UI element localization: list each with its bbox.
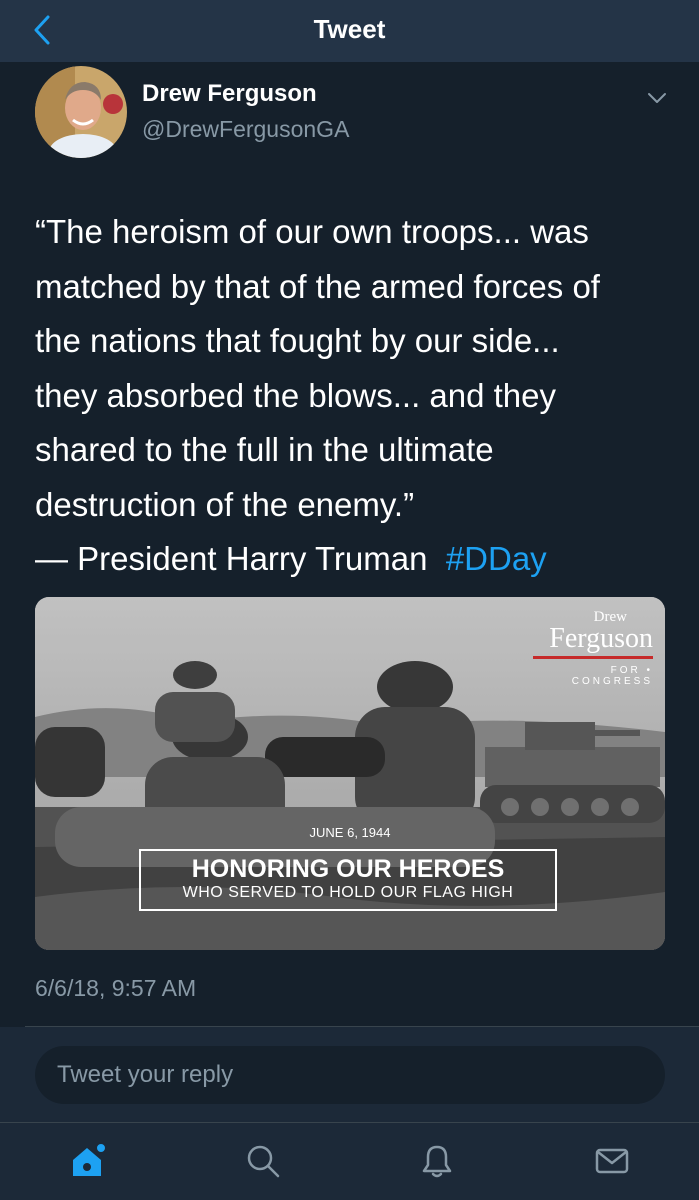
- tweet-image[interactable]: Drew Ferguson FOR • CONGRESS JUNE 6, 194…: [35, 597, 665, 950]
- campaign-logo: Drew Ferguson FOR • CONGRESS: [527, 609, 653, 687]
- author-name[interactable]: Drew Ferguson: [142, 80, 317, 108]
- logo-last-name: Ferguson: [549, 623, 653, 654]
- home-icon: [73, 1142, 107, 1176]
- tweet-line: the nations that fought by our side...: [35, 322, 560, 359]
- tab-search[interactable]: [243, 1141, 283, 1181]
- tweet-attribution: — President Harry Truman: [35, 540, 428, 577]
- chevron-down-icon: [648, 93, 666, 103]
- reply-input[interactable]: Tweet your reply: [35, 1046, 665, 1104]
- image-headline: HONORING OUR HEROES: [191, 855, 505, 883]
- tweet-timestamp: 6/6/18, 9:57 AM: [35, 975, 197, 1001]
- search-icon: [247, 1145, 280, 1178]
- image-subline: WHO SERVED TO HOLD OUR FLAG HIGH: [182, 884, 514, 901]
- author-handle[interactable]: @DrewFergusonGA: [142, 116, 349, 143]
- tweet-text: “The heroism of our own troops... was ma…: [35, 205, 675, 587]
- tab-home[interactable]: [68, 1141, 108, 1181]
- hashtag-link[interactable]: #DDay: [446, 540, 547, 577]
- page-title: Tweet: [313, 14, 386, 44]
- tweet-line: matched by that of the armed forces of: [35, 267, 600, 305]
- image-date: JUNE 6, 1944: [309, 825, 391, 840]
- tab-messages[interactable]: [592, 1141, 632, 1181]
- image-caption-box: HONORING OUR HEROES WHO SERVED TO HOLD O…: [139, 849, 557, 911]
- tab-notifications[interactable]: [417, 1141, 457, 1181]
- page-title-wrap: Tweet: [0, 0, 699, 62]
- tweet-menu-button[interactable]: [643, 86, 671, 110]
- avatar-image: [35, 66, 127, 158]
- logo-rule: [533, 656, 653, 659]
- tweet-line: destruction of the enemy.”: [35, 485, 415, 523]
- tweet-line: shared to the full in the ultimate: [35, 431, 494, 468]
- tab-bar: [0, 1122, 699, 1200]
- tweet-line: “The heroism of our own troops... was: [35, 213, 589, 250]
- logo-subtitle: FOR • CONGRESS: [571, 665, 653, 687]
- tweet-attribution-line: — President Harry Truman #DDay: [35, 532, 675, 587]
- top-bar: Tweet: [0, 0, 699, 62]
- notifications-icon: [422, 1145, 452, 1178]
- avatar[interactable]: [35, 66, 127, 158]
- tweet-line: they absorbed the blows... and they: [35, 376, 557, 414]
- back-button[interactable]: [24, 12, 60, 48]
- chevron-left-icon: [34, 15, 50, 45]
- messages-icon: [595, 1148, 629, 1174]
